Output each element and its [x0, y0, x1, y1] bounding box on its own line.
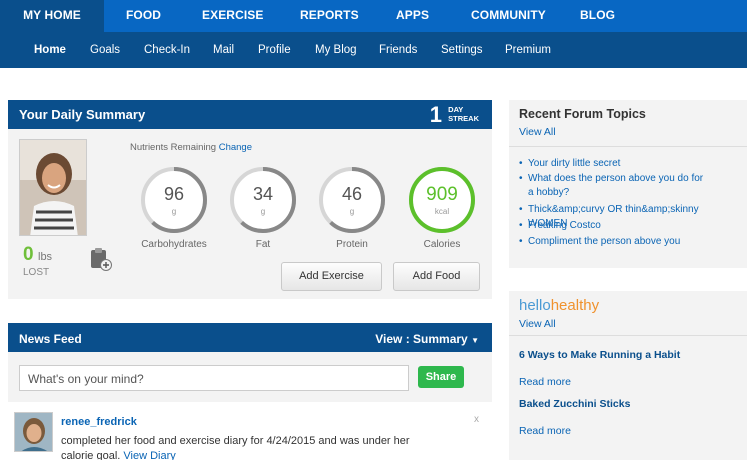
fat-ring: 34 g [228, 165, 298, 235]
feed-post-text: completed her food and exercise diary fo… [61, 435, 410, 460]
status-input[interactable]: What's on your mind? [19, 365, 409, 391]
fat-value: 34 [252, 184, 274, 204]
close-icon[interactable]: x [474, 414, 479, 425]
caret-down-icon: ▼ [471, 336, 479, 345]
top-nav-apps[interactable]: APPS [396, 0, 429, 32]
news-feed-view-dropdown[interactable]: View : Summary ▼ [375, 332, 479, 346]
top-nav-exercise[interactable]: EXERCISE [202, 0, 264, 32]
fat-unit: g [260, 207, 266, 216]
news-feed-title: News Feed [19, 332, 82, 346]
change-link[interactable]: Change [219, 142, 252, 153]
forum-topic[interactable]: Your dirty little secret [519, 157, 739, 171]
sub-nav-settings[interactable]: Settings [441, 32, 483, 68]
forum-view-all-link[interactable]: View All [519, 126, 556, 138]
daily-summary-header: Your Daily Summary 1 DAY STREAK [8, 100, 492, 129]
sub-nav-premium[interactable]: Premium [505, 32, 551, 68]
news-feed-header: News Feed View : Summary ▼ [8, 323, 492, 352]
sub-nav-profile[interactable]: Profile [258, 32, 291, 68]
fat-label: Fat [255, 239, 271, 250]
forum-box: Recent Forum Topics View All Your dirty … [509, 100, 747, 268]
carbohydrates-value: 96 [163, 184, 185, 204]
streak-label: DAY STREAK [448, 105, 479, 123]
sub-nav-check-in[interactable]: Check-In [144, 32, 190, 68]
sub-nav-friends[interactable]: Friends [379, 32, 417, 68]
forum-topic[interactable]: Freaking Costco [519, 219, 739, 233]
share-button[interactable]: Share [418, 366, 464, 388]
sub-nav-goals[interactable]: Goals [90, 32, 120, 68]
top-nav-blog[interactable]: BLOG [580, 0, 615, 32]
top-nav-community[interactable]: COMMUNITY [471, 0, 546, 32]
article-title[interactable]: 6 Ways to Make Running a Habit [519, 349, 680, 361]
view-diary-link[interactable]: View Diary [123, 450, 175, 460]
feed-user-avatar[interactable] [14, 412, 53, 452]
protein-ring: 46 g [317, 165, 387, 235]
weight-lost-label: LOST [23, 267, 50, 278]
forum-title: Recent Forum Topics [519, 107, 646, 121]
protein-unit: g [349, 207, 355, 216]
hello-healthy-logo[interactable]: hellohealthy [519, 297, 599, 314]
top-nav: MY HOME FOOD EXERCISE REPORTS APPS COMMU… [0, 0, 747, 32]
feed-username[interactable]: renee_fredrick [61, 416, 137, 428]
sub-nav-home[interactable]: Home [34, 32, 66, 68]
add-food-button[interactable]: Add Food [393, 262, 480, 291]
calories-ring: 909 kcal [407, 165, 477, 235]
forum-divider [509, 146, 747, 147]
forum-topic[interactable]: Compliment the person above you [519, 235, 739, 249]
streak-count: 1 [429, 102, 442, 127]
add-exercise-button[interactable]: Add Exercise [281, 262, 382, 291]
carbohydrates-ring: 96 g [139, 165, 209, 235]
sub-nav: Home Goals Check-In Mail Profile My Blog… [0, 32, 747, 68]
forum-topic[interactable]: What does the person above you do for a … [519, 172, 709, 200]
hello-healthy-divider [509, 335, 747, 336]
nutrients-remaining-label: Nutrients Remaining Change [130, 142, 252, 153]
profile-photo[interactable] [19, 139, 87, 236]
top-nav-reports[interactable]: REPORTS [300, 0, 359, 32]
sub-nav-my-blog[interactable]: My Blog [315, 32, 357, 68]
carbohydrates-label: Carbohydrates [141, 239, 207, 250]
hello-healthy-box: hellohealthy View All 6 Ways to Make Run… [509, 291, 747, 460]
protein-value: 46 [341, 184, 363, 204]
calories-unit: kcal [434, 207, 450, 216]
read-more-link[interactable]: Read more [519, 425, 571, 437]
calories-value: 909 [426, 184, 458, 205]
protein-label: Protein [336, 239, 368, 250]
top-nav-my-home[interactable]: MY HOME [0, 0, 104, 32]
weight-lost-value: 0 [23, 244, 34, 265]
weight-lost-unit: lbs [38, 251, 53, 263]
clipboard-add-icon[interactable] [89, 246, 113, 272]
article-title[interactable]: Baked Zucchini Sticks [519, 398, 630, 410]
daily-summary-title: Your Daily Summary [19, 107, 146, 122]
read-more-link[interactable]: Read more [519, 376, 571, 388]
top-nav-food[interactable]: FOOD [126, 0, 161, 32]
sub-nav-mail[interactable]: Mail [213, 32, 234, 68]
carbohydrates-unit: g [171, 207, 177, 216]
hello-healthy-view-all-link[interactable]: View All [519, 318, 556, 330]
calories-label: Calories [423, 239, 461, 250]
